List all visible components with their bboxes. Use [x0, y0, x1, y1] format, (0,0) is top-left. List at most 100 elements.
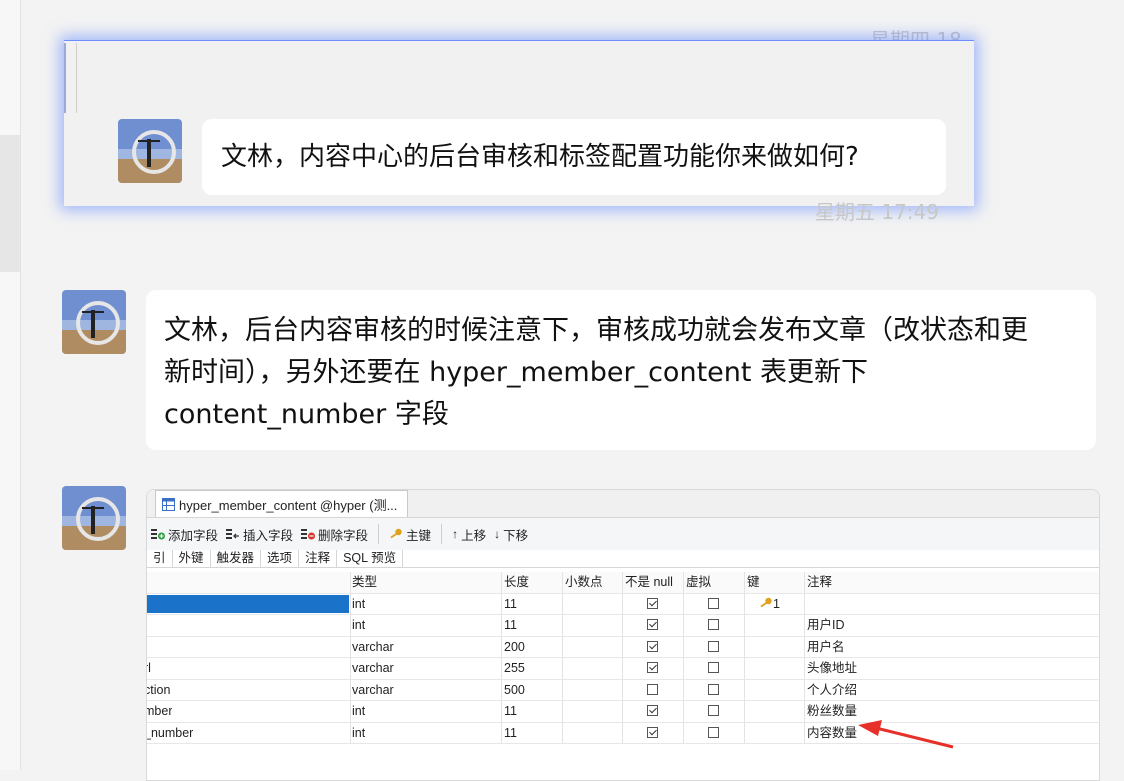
insert-field-icon [226, 529, 240, 539]
not-null-checkbox[interactable] [647, 705, 658, 716]
virtual-checkbox[interactable] [708, 683, 719, 695]
field-comment-cell[interactable]: 用户ID [807, 615, 845, 635]
field-length-cell[interactable]: 200 [504, 637, 525, 657]
fields-grid: 类型 长度 小数点 不是 null 虚拟 键 注释 int 11 1 int 11 用户I… [147, 572, 1099, 744]
not-null-checkbox[interactable] [647, 640, 658, 652]
avatar-image [62, 290, 126, 354]
virtual-checkbox[interactable] [708, 726, 719, 738]
quote-bar-secondary [76, 43, 77, 113]
column-header-key[interactable]: 键 [747, 572, 760, 592]
field-type-cell[interactable]: varchar [352, 658, 394, 678]
table-row[interactable]: ction varchar 500 个人介绍 [147, 679, 1099, 701]
toolbar-divider [441, 524, 443, 544]
delete-field-label: 删除字段 [318, 528, 369, 543]
table-row[interactable]: int 11 1 [147, 593, 1099, 615]
field-comment-cell[interactable]: 粉丝数量 [807, 701, 857, 721]
field-length-cell[interactable]: 11 [504, 701, 517, 721]
not-null-checkbox[interactable] [647, 597, 658, 609]
field-name-cell[interactable]: mber [147, 701, 172, 721]
field-comment-cell[interactable]: 内容数量 [807, 723, 857, 743]
timestamp-middle: 星期五 17:49 [815, 200, 939, 224]
tab-table-design[interactable]: hyper_member_content @hyper (测... [155, 490, 408, 517]
field-comment-cell[interactable]: 个人介绍 [807, 680, 857, 700]
virtual-checkbox[interactable] [708, 705, 719, 716]
table-row[interactable]: mber int 11 粉丝数量 [147, 701, 1099, 723]
add-field-button[interactable]: 添加字段 [151, 525, 218, 544]
field-name-cell[interactable]: ction [147, 680, 170, 700]
column-header-comment[interactable]: 注释 [807, 572, 832, 592]
arrow-down-icon: ↓ [494, 527, 501, 541]
not-null-checkbox[interactable] [647, 726, 658, 738]
virtual-checkbox[interactable] [708, 619, 719, 630]
key-icon [390, 528, 402, 539]
field-name-cell[interactable]: _number [147, 723, 193, 743]
subtab-comment[interactable]: 注释 [299, 550, 338, 567]
key-icon [760, 597, 772, 607]
move-down-label: 下移 [503, 528, 529, 543]
not-null-checkbox[interactable] [647, 619, 658, 630]
primary-key-button[interactable]: 主键 [389, 525, 431, 544]
delete-field-icon [301, 529, 316, 540]
column-header-length[interactable]: 长度 [504, 572, 529, 592]
table-row[interactable]: rl varchar 255 头像地址 [147, 658, 1099, 680]
move-down-button[interactable]: ↓ 下移 [494, 525, 528, 544]
column-header-virtual[interactable]: 虚拟 [686, 572, 711, 592]
primary-key-indicator: 1 [759, 594, 780, 614]
avatar-image [118, 119, 182, 183]
add-field-icon [151, 529, 165, 540]
not-null-checkbox[interactable] [647, 683, 658, 695]
add-field-label: 添加字段 [168, 528, 219, 543]
left-panel-selected-region [0, 135, 20, 272]
field-length-cell[interactable]: 500 [504, 680, 525, 700]
avatar[interactable] [118, 119, 182, 183]
field-length-cell[interactable]: 11 [504, 723, 517, 743]
subtab-triggers[interactable]: 触发器 [211, 550, 262, 567]
avatar[interactable] [62, 486, 126, 550]
column-header-decimals[interactable]: 小数点 [565, 572, 603, 592]
grid-header: 类型 长度 小数点 不是 null 虚拟 键 注释 [147, 572, 1099, 594]
table-designer-screenshot[interactable]: hyper_member_content @hyper (测... 添加字段 插… [146, 489, 1100, 781]
not-null-checkbox[interactable] [647, 662, 658, 673]
arrow-up-icon: ↑ [452, 527, 459, 541]
field-type-cell[interactable]: int [352, 594, 365, 614]
primary-key-label: 主键 [406, 528, 432, 543]
quoted-message-bubble[interactable]: 文林，内容中心的后台审核和标签配置功能你来做如何? [202, 119, 946, 195]
subtab-sql-preview[interactable]: SQL 预览 [337, 550, 404, 567]
field-length-cell[interactable]: 11 [504, 615, 517, 635]
move-up-button[interactable]: ↑ 上移 [452, 525, 486, 544]
table-row[interactable]: _number int 11 内容数量 [147, 722, 1099, 744]
grid-rows: int111int11用户IDvarchar200用户名rlvarchar255… [147, 593, 1099, 744]
message-bubble[interactable]: 文林，后台内容审核的时候注意下，审核成功就会发布文章（改状态和更 新时间），另外… [146, 290, 1096, 450]
avatar-image [62, 486, 126, 550]
delete-field-button[interactable]: 删除字段 [301, 525, 368, 544]
field-type-cell[interactable]: varchar [352, 680, 394, 700]
field-name-cell-selected[interactable] [147, 594, 349, 613]
subtab-indexes[interactable]: 引 [147, 550, 173, 567]
move-up-label: 上移 [461, 528, 487, 543]
virtual-checkbox[interactable] [708, 597, 719, 609]
field-length-cell[interactable]: 255 [504, 658, 525, 678]
field-name-cell[interactable]: rl [147, 658, 151, 678]
field-type-cell[interactable]: int [352, 615, 365, 635]
left-panel-strip [0, 0, 21, 770]
column-header-type[interactable]: 类型 [352, 572, 377, 592]
virtual-checkbox[interactable] [708, 640, 719, 652]
subtab-foreign-keys[interactable]: 外键 [173, 550, 211, 567]
field-type-cell[interactable]: int [352, 701, 365, 721]
insert-field-button[interactable]: 插入字段 [226, 525, 293, 544]
column-header-not-null[interactable]: 不是 null [625, 572, 673, 592]
quote-bar [64, 43, 66, 113]
highlight-border [64, 40, 974, 41]
field-length-cell[interactable]: 11 [504, 594, 517, 614]
field-type-cell[interactable]: varchar [352, 637, 394, 657]
field-comment-cell[interactable]: 用户名 [807, 637, 845, 657]
table-row[interactable]: varchar 200 用户名 [147, 636, 1099, 658]
subtab-options[interactable]: 选项 [261, 550, 300, 567]
field-comment-cell[interactable]: 头像地址 [807, 658, 857, 678]
virtual-checkbox[interactable] [708, 662, 719, 673]
tab-title: hyper_member_content @hyper (测... [179, 497, 398, 513]
key-order: 1 [773, 596, 780, 611]
field-type-cell[interactable]: int [352, 723, 365, 743]
table-row[interactable]: int 11 用户ID [147, 615, 1099, 637]
avatar[interactable] [62, 290, 126, 354]
